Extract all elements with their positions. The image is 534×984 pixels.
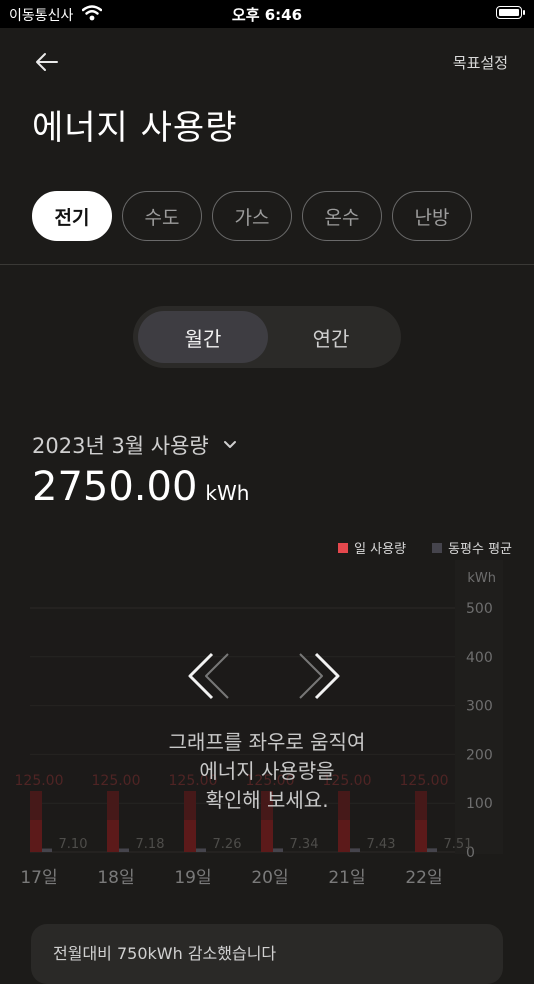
avg-label-3: 7.34 [290,837,319,852]
status-bar: 이동통신사 오후 6:46 [0,0,534,28]
back-arrow-icon[interactable] [33,50,61,74]
period-toggle: 월간 연간 [133,306,401,368]
tab-hot-water[interactable]: 온수 [302,191,382,241]
page-title: 에너지 사용량 [32,108,238,148]
y-tick-label-1: 400 [466,650,493,666]
x-tick-label-4: 21일 [328,868,365,888]
hint-line-2: 에너지 사용량을 [199,759,335,783]
x-tick-label-1: 18일 [97,868,134,888]
comparison-text: 전월대비 750kWh 감소했습니다 [53,944,277,963]
legend-daily-swatch [338,542,349,553]
monthly-button[interactable]: 월간 [138,311,268,363]
tab-water[interactable]: 수도 [122,191,202,241]
chevron-left-icon[interactable] [186,652,232,700]
goal-setting-button[interactable]: 목표설정 [453,52,508,73]
hint-line-3: 확인해 보세요. [205,788,329,812]
avg-label-4: 7.43 [367,837,396,852]
y-tick-label-2: 300 [466,699,493,715]
avg-label-1: 7.18 [136,837,165,852]
scroll-hint: 그래프를 좌우로 움직여 에너지 사용량을 확인해 보세요. [0,728,534,815]
bar-average-0 [42,848,52,852]
avg-label-5: 7.51 [444,837,473,852]
utility-tabs: 전기 수도 가스 온수 난방 [32,191,472,241]
avg-label-0: 7.10 [59,837,88,852]
legend-daily-label: 일 사용량 [354,542,407,557]
x-tick-label-3: 20일 [251,868,288,888]
hint-line-1: 그래프를 좌우로 움직여 [168,730,366,754]
chart-legend: 일 사용량 동평수 평균 [338,538,512,557]
chevron-down-icon [223,441,236,448]
battery-icon [496,6,525,19]
tab-heating[interactable]: 난방 [392,191,472,241]
period-label: 2023년 3월 사용량 [32,434,209,458]
total-value: 2750.00 [32,464,198,510]
status-time: 오후 6:46 [231,6,303,24]
legend-average-swatch [432,542,443,553]
legend-daily: 일 사용량 [338,538,406,557]
chevron-right-icon[interactable] [296,652,342,700]
yearly-button[interactable]: 연간 [266,311,396,363]
x-tick-label-5: 22일 [405,868,442,888]
tab-electricity[interactable]: 전기 [32,191,112,241]
bar-average-2 [196,848,206,852]
section-divider [0,264,534,265]
legend-average-label: 동평수 평균 [448,542,512,557]
total-unit: kWh [205,481,250,505]
bar-average-4 [350,848,360,852]
period-selector[interactable]: 2023년 3월 사용량 [32,430,237,460]
bar-average-1 [119,848,129,852]
avg-label-2: 7.26 [213,837,242,852]
comparison-card: 전월대비 750kWh 감소했습니다 [31,924,503,984]
bar-average-5 [427,848,437,852]
y-tick-label-0: 500 [466,601,493,617]
x-tick-label-0: 17일 [20,868,57,888]
bar-average-3 [273,848,283,852]
tab-gas[interactable]: 가스 [212,191,292,241]
y-axis-unit: kWh [467,571,496,586]
x-tick-label-2: 19일 [174,868,211,888]
legend-average: 동평수 평균 [432,538,512,557]
total-usage: 2750.00 kWh [32,464,249,510]
